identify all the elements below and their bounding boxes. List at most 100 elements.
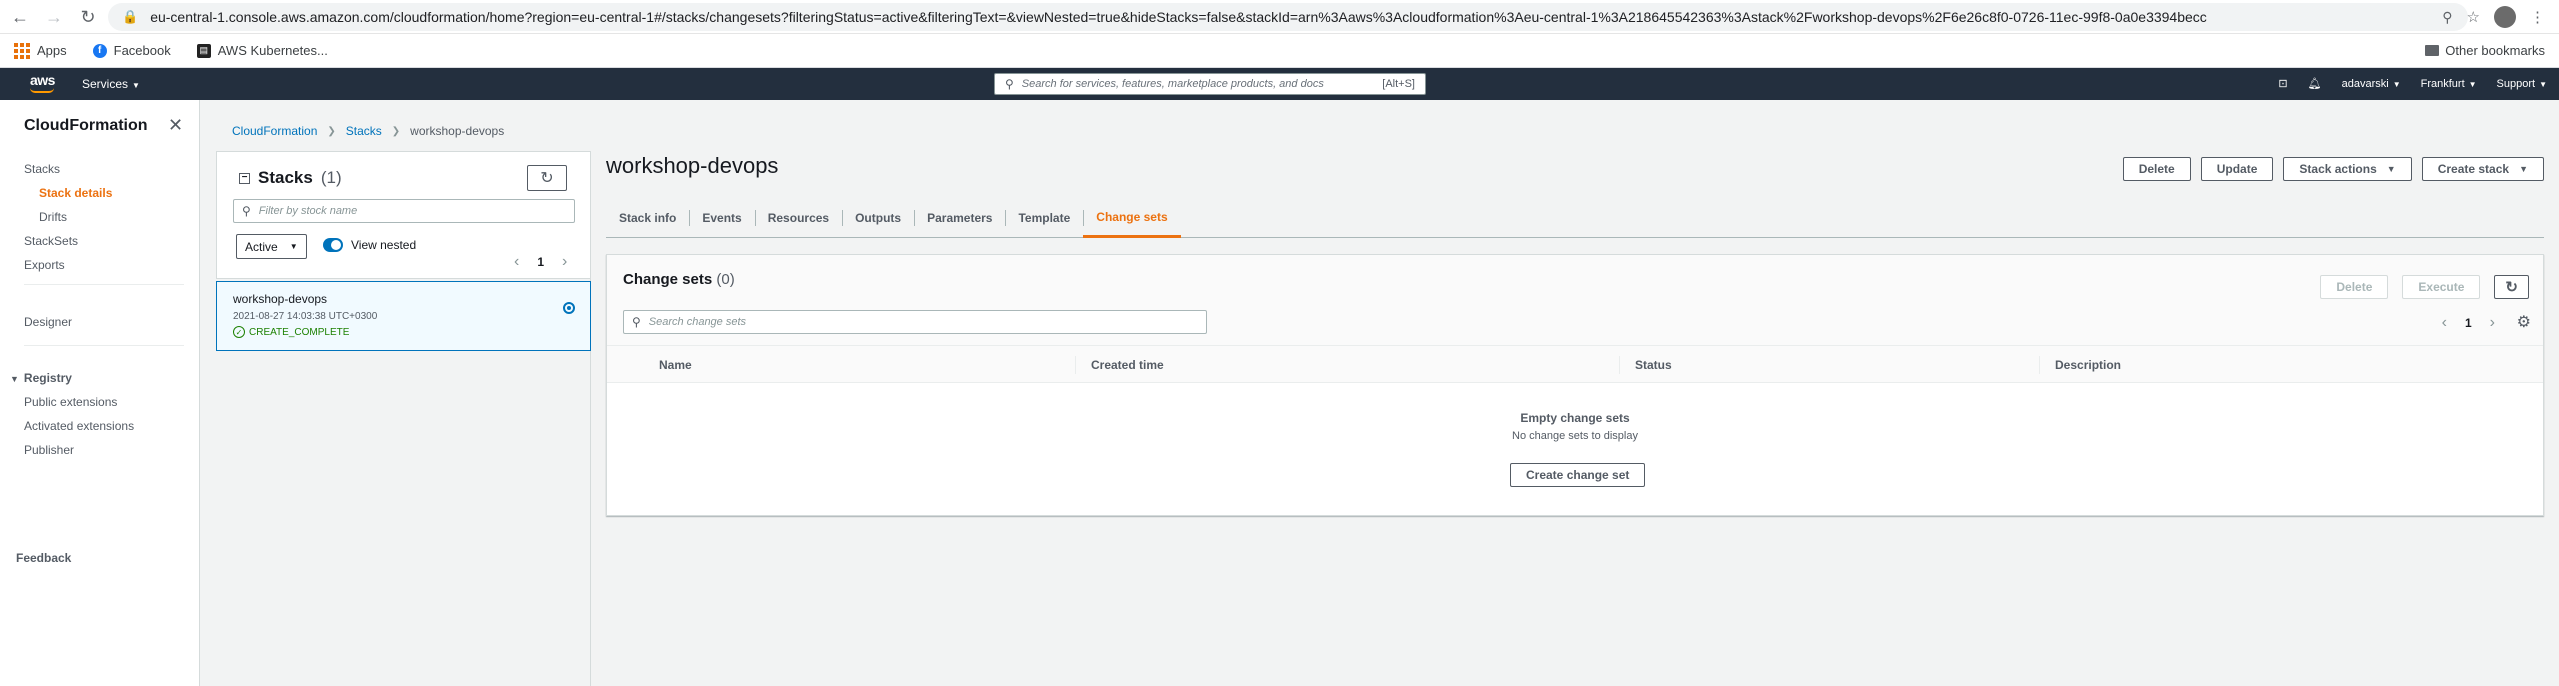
sidenav-item-activated-extensions[interactable]: Activated extensions (24, 419, 134, 433)
caret-down-icon: ▼ (2392, 79, 2401, 89)
refresh-change-sets-button[interactable]: ↻ (2494, 275, 2529, 299)
change-sets-panel: Change sets (0) Delete Execute ↻ ⚲ Searc… (606, 254, 2544, 516)
create-change-set-button[interactable]: Create change set (1510, 463, 1646, 487)
tab-outputs[interactable]: Outputs (842, 198, 914, 238)
aws-top-nav: aws Services ▼ ⚲ Search for services, fea… (0, 68, 2559, 100)
empty-state-subtitle: No change sets to display (1512, 430, 1638, 442)
star-icon[interactable]: ☆ (2467, 8, 2480, 26)
create-stack-dropdown[interactable]: Create stack ▼ (2421, 157, 2544, 181)
caret-down-icon: ▼ (2468, 79, 2477, 89)
menu-dots-icon[interactable]: ⋮ (2530, 8, 2545, 26)
sidenav-item-designer[interactable]: Designer (24, 315, 72, 329)
url-text: eu-central-1.console.aws.amazon.com/clou… (150, 9, 2207, 25)
sidenav-divider (24, 345, 184, 346)
tab-stack-info[interactable]: Stack info (606, 198, 689, 238)
tab-template[interactable]: Template (1005, 198, 1083, 238)
refresh-stacks-button[interactable]: ↻ (527, 165, 567, 191)
chevron-right-icon[interactable]: › (562, 253, 567, 271)
update-stack-button[interactable]: Update (2200, 157, 2274, 181)
close-icon[interactable]: ✕ (168, 115, 183, 136)
column-name[interactable]: Name (647, 346, 692, 384)
sidenav-item-stacksets[interactable]: StackSets (24, 234, 78, 248)
stack-actions-dropdown[interactable]: Stack actions ▼ (2283, 157, 2412, 181)
caret-down-icon: ▼ (289, 242, 298, 251)
breadcrumb-stacks[interactable]: Stacks (346, 124, 382, 138)
sidenav-section-registry[interactable]: ▼ Registry (10, 371, 72, 385)
chevron-left-icon[interactable]: ‹ (2442, 314, 2447, 332)
tab-parameters[interactable]: Parameters (914, 198, 1005, 238)
caret-down-icon: ▼ (132, 81, 140, 90)
bookmark-aws-kubernetes[interactable]: ▤ AWS Kubernetes... (196, 43, 328, 58)
bookmark-label: Facebook (113, 43, 171, 58)
search-icon: ⚲ (242, 204, 251, 218)
caret-down-icon: ▼ (10, 374, 19, 384)
stack-tabs: Stack info Events Resources Outputs Para… (606, 198, 2544, 238)
services-menu[interactable]: Services ▼ (82, 77, 140, 91)
change-sets-header: Change sets (0) Delete Execute ↻ ⚲ Searc… (607, 255, 2543, 345)
change-sets-actions: Delete Execute ↻ (2320, 275, 2529, 299)
folder-icon (2425, 45, 2440, 56)
stacks-panel-title: − Stacks (1) (239, 168, 342, 188)
sidenav-item-drifts[interactable]: Drifts (39, 210, 67, 224)
sidenav-item-stacks[interactable]: Stacks (24, 162, 60, 176)
profile-avatar[interactable] (2494, 6, 2516, 28)
side-navigation: CloudFormation ✕ Stacks Stack details Dr… (0, 100, 200, 686)
tab-resources[interactable]: Resources (754, 198, 842, 238)
stacks-count: (1) (320, 168, 342, 187)
aws-logo[interactable]: aws (30, 72, 55, 88)
support-menu[interactable]: Support ▼ (2497, 78, 2547, 90)
region-menu[interactable]: Frankfurt ▼ (2421, 78, 2477, 90)
tab-change-sets[interactable]: Change sets (1083, 198, 1181, 238)
reload-icon[interactable]: ↻ (74, 3, 102, 31)
chevron-right-icon[interactable]: › (2490, 314, 2495, 332)
column-status[interactable]: Status (1623, 346, 1672, 384)
stack-filter-input[interactable]: ⚲ Filter by stock name (233, 199, 575, 223)
chevron-left-icon[interactable]: ‹ (514, 253, 519, 271)
stack-select-radio[interactable] (563, 302, 575, 314)
cloudshell-icon[interactable]: ⊡ (2278, 77, 2287, 90)
tab-events[interactable]: Events (689, 198, 754, 238)
stack-actions-bar: Delete Update Stack actions ▼ Create stac… (2122, 157, 2544, 181)
view-nested-toggle[interactable] (323, 238, 343, 252)
sidenav-item-public-extensions[interactable]: Public extensions (24, 395, 117, 409)
bell-icon[interactable]: 🔔︎ (2308, 77, 2322, 90)
refresh-icon: ↻ (2505, 279, 2518, 296)
stack-list-item[interactable]: workshop-devops 2021-08-27 14:03:38 UTC+… (216, 281, 591, 351)
change-sets-title: Change sets (0) (623, 271, 735, 288)
stacks-pagination: ‹ 1 › (514, 253, 567, 271)
column-created-time[interactable]: Created time (1079, 346, 1164, 384)
forward-arrow-icon[interactable]: → (40, 3, 68, 31)
breadcrumb: CloudFormation ❯ Stacks ❯ workshop-devop… (232, 124, 504, 138)
page-number[interactable]: 1 (537, 255, 544, 269)
change-sets-search-input[interactable]: ⚲ Search change sets (623, 310, 1207, 334)
apps-grid-icon (14, 42, 30, 59)
user-menu[interactable]: adavarski ▼ (2342, 78, 2401, 90)
search-icon: ⚲ (1005, 77, 1014, 91)
caret-down-icon: ▼ (2386, 164, 2396, 174)
execute-change-set-button[interactable]: Execute (2402, 275, 2481, 299)
delete-change-set-button[interactable]: Delete (2320, 275, 2389, 299)
other-bookmarks[interactable]: Other bookmarks (2425, 43, 2545, 58)
bookmark-apps[interactable]: Apps (14, 42, 67, 59)
sidenav-item-exports[interactable]: Exports (24, 258, 65, 272)
aws-search-input[interactable]: ⚲ Search for services, features, marketp… (994, 73, 1426, 95)
bookmark-label: AWS Kubernetes... (217, 43, 328, 58)
bookmark-facebook[interactable]: f Facebook (92, 43, 171, 58)
breadcrumb-cloudformation[interactable]: CloudFormation (232, 124, 317, 138)
page-number[interactable]: 1 (2465, 316, 2472, 330)
caret-down-icon: ▼ (2539, 79, 2547, 89)
address-bar[interactable]: 🔒 eu-central-1.console.aws.amazon.com/cl… (108, 3, 2468, 31)
collapse-icon[interactable]: − (239, 172, 250, 184)
page-title: workshop-devops (606, 153, 779, 178)
zoom-icon[interactable]: ⚲ (2442, 9, 2452, 26)
feedback-link[interactable]: Feedback (16, 551, 71, 565)
status-filter-select[interactable]: Active ▼ (236, 234, 307, 259)
caret-down-icon: ▼ (2519, 164, 2528, 174)
sidenav-item-stack-details[interactable]: Stack details (39, 186, 112, 200)
gear-icon[interactable]: ⚙ (2517, 312, 2531, 332)
sidenav-item-publisher[interactable]: Publisher (24, 443, 74, 457)
back-arrow-icon[interactable]: ← (6, 3, 34, 31)
column-divider (1619, 356, 1620, 374)
column-description[interactable]: Description (2043, 346, 2121, 384)
delete-stack-button[interactable]: Delete (2122, 157, 2191, 181)
